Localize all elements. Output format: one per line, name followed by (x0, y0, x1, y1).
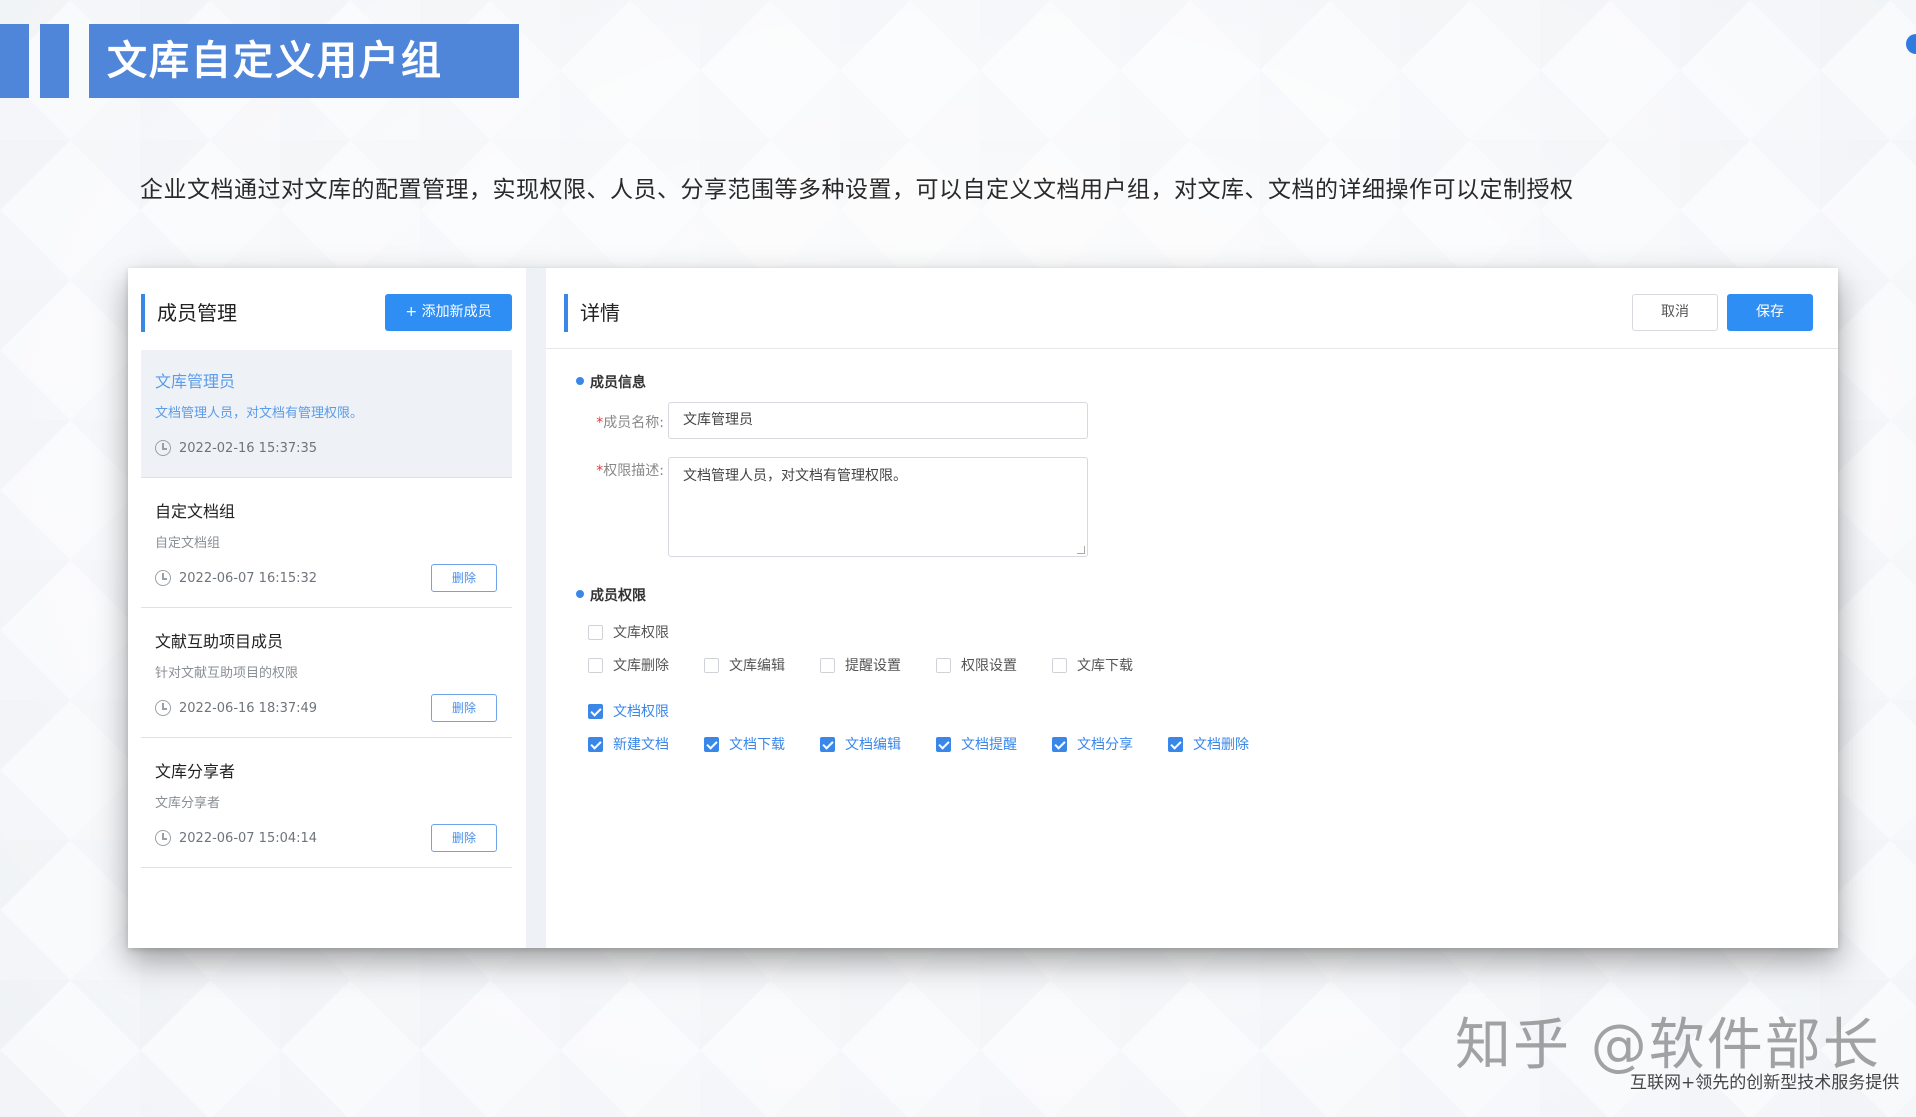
member-desc: 针对文献互助项目的权限 (155, 666, 299, 681)
checkbox-checked-icon (1168, 736, 1183, 752)
add-member-button[interactable]: + 添加新成员 (385, 294, 512, 331)
header-accent-bar (0, 24, 29, 98)
header-accent-bar (40, 24, 69, 98)
delete-button[interactable]: 删除 (431, 564, 497, 592)
checkbox-checked-icon (704, 736, 719, 752)
member-time: 2022-06-07 16:15:32 (179, 571, 318, 586)
checkbox-permission-settings[interactable]: 权限设置 (936, 655, 1017, 675)
checkbox-icon (588, 657, 603, 673)
member-item[interactable]: 自定文档组 自定文档组 2022-06-07 16:15:32 删除 (141, 480, 512, 608)
panel-title-members: 成员管理 (141, 294, 237, 332)
slide-title: 文库自定义用户组 (89, 24, 519, 98)
checkbox-document-permission[interactable]: 文档权限 (588, 701, 669, 721)
panel-title-detail: 详情 (564, 294, 620, 332)
member-name: 文献互助项目成员 (155, 632, 284, 651)
resize-handle-icon[interactable] (1077, 546, 1085, 554)
clock-icon (155, 830, 171, 846)
checkbox-icon (588, 624, 603, 640)
checkbox-library-permission[interactable]: 文库权限 (588, 622, 669, 642)
member-time: 2022-06-07 15:04:14 (179, 831, 318, 846)
section-member-info: 成员信息 (576, 372, 646, 392)
checkbox-checked-icon (936, 736, 951, 752)
save-button[interactable]: 保存 (1727, 294, 1813, 331)
clock-icon (155, 440, 171, 456)
member-item[interactable]: 文献互助项目成员 针对文献互助项目的权限 2022-06-16 18:37:49… (141, 610, 512, 738)
checkbox-document-edit[interactable]: 文档编辑 (820, 734, 901, 754)
watermark-subtitle: 互联网+领先的创新型技术服务提供 (1630, 1073, 1900, 1093)
checkbox-document-download[interactable]: 文档下载 (704, 734, 785, 754)
checkbox-document-delete[interactable]: 文档删除 (1168, 734, 1249, 754)
member-item[interactable]: 文库管理员 文档管理人员，对文档有管理权限。 2022-02-16 15:37:… (141, 350, 512, 478)
member-desc: 文库分享者 (155, 796, 221, 811)
delete-button[interactable]: 删除 (431, 824, 497, 852)
section-member-permissions: 成员权限 (576, 585, 646, 605)
clock-icon (155, 700, 171, 716)
checkbox-library-delete[interactable]: 文库删除 (588, 655, 669, 675)
detail-panel: 详情 取消 保存 成员信息 *成员名称: 文库管理员 *权限描述: 文档管理人员… (546, 268, 1838, 948)
delete-button[interactable]: 删除 (431, 694, 497, 722)
member-time: 2022-02-16 15:37:35 (179, 441, 318, 456)
checkbox-library-download[interactable]: 文库下载 (1052, 655, 1133, 675)
permission-desc-textarea[interactable]: 文档管理人员，对文档有管理权限。 (668, 457, 1088, 557)
divider (546, 348, 1838, 349)
checkbox-checked-icon (820, 736, 835, 752)
app-screenshot-card: 成员管理 + 添加新成员 文库管理员 文档管理人员，对文档有管理权限。 2022… (128, 268, 1838, 948)
checkbox-icon (704, 657, 719, 673)
member-name: 文库分享者 (155, 762, 236, 781)
checkbox-document-reminder[interactable]: 文档提醒 (936, 734, 1017, 754)
permission-desc-label: *权限描述: (596, 463, 664, 479)
cancel-button[interactable]: 取消 (1632, 294, 1718, 331)
member-name: 自定文档组 (155, 502, 236, 521)
checkbox-new-document[interactable]: 新建文档 (588, 734, 669, 754)
checkbox-checked-icon (1052, 736, 1067, 752)
checkbox-library-edit[interactable]: 文库编辑 (704, 655, 785, 675)
checkbox-icon (820, 657, 835, 673)
member-time: 2022-06-16 18:37:49 (179, 701, 318, 716)
member-desc: 自定文档组 (155, 536, 221, 551)
permission-desc-value: 文档管理人员，对文档有管理权限。 (683, 468, 907, 484)
checkbox-document-share[interactable]: 文档分享 (1052, 734, 1133, 754)
member-desc: 文档管理人员，对文档有管理权限。 (155, 406, 364, 421)
member-name-label: *成员名称: (596, 415, 664, 431)
checkbox-reminder-settings[interactable]: 提醒设置 (820, 655, 901, 675)
checkbox-icon (1052, 657, 1067, 673)
member-management-panel: 成员管理 + 添加新成员 文库管理员 文档管理人员，对文档有管理权限。 2022… (128, 268, 526, 948)
member-name-input[interactable]: 文库管理员 (668, 402, 1088, 439)
checkbox-checked-icon (588, 703, 603, 719)
checkbox-checked-icon (588, 736, 603, 752)
member-name: 文库管理员 (155, 372, 236, 391)
member-item[interactable]: 文库分享者 文库分享者 2022-06-07 15:04:14 删除 (141, 740, 512, 868)
checkbox-icon (936, 657, 951, 673)
clock-icon (155, 570, 171, 586)
intro-text: 企业文档通过对文库的配置管理，实现权限、人员、分享范围等多种设置，可以自定义文档… (140, 177, 1574, 203)
